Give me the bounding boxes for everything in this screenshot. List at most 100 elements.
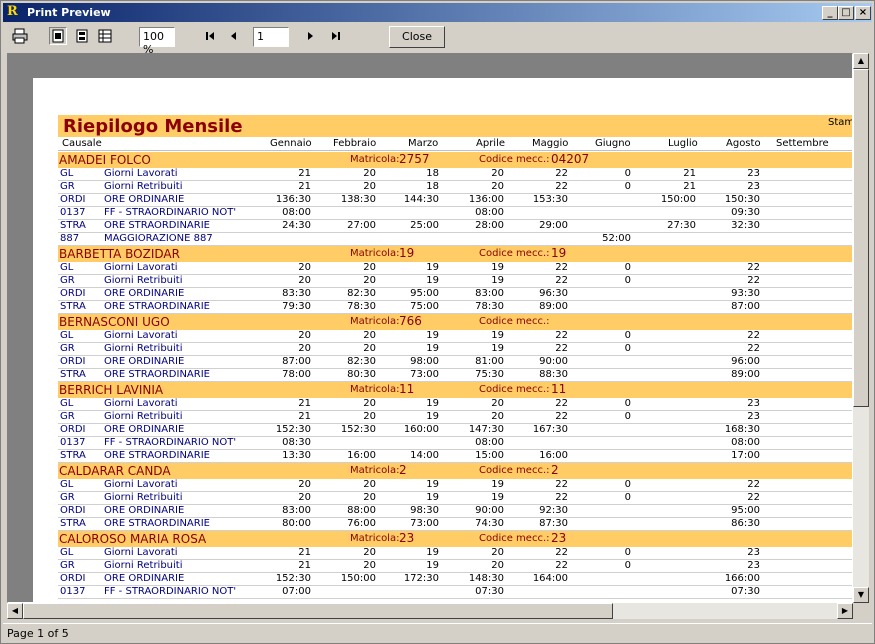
employee-header: BARBETTA BOZIDAR Matricola: 19 Codice mecc.… bbox=[58, 246, 852, 262]
status-bar: Page 1 of 5 bbox=[3, 623, 872, 642]
cell-value: 22 bbox=[747, 479, 760, 490]
cell-value: 90:00 bbox=[475, 505, 504, 516]
prev-page-icon[interactable] bbox=[225, 27, 243, 45]
horizontal-scrollbar[interactable]: ◀ ▶ bbox=[7, 603, 853, 619]
cell-value: 22 bbox=[555, 492, 568, 503]
cell-value: 19 bbox=[426, 479, 439, 490]
horizontal-scroll-thumb[interactable] bbox=[23, 603, 613, 619]
table-row: GL Giorni Lavorati 20 20 19 19 22 0 22 bbox=[58, 330, 852, 343]
first-page-icon[interactable] bbox=[201, 27, 219, 45]
cell-value: 21 bbox=[298, 398, 311, 409]
cell-value: 20 bbox=[363, 492, 376, 503]
cause-description: Giorni Lavorati bbox=[104, 547, 178, 558]
table-row: GL Giorni Lavorati 21 20 19 20 22 0 23 bbox=[58, 398, 852, 411]
scroll-down-icon[interactable]: ▼ bbox=[853, 587, 869, 603]
cell-value: 79:30 bbox=[282, 301, 311, 312]
cell-value: 78:30 bbox=[347, 301, 376, 312]
cell-value: 22 bbox=[747, 492, 760, 503]
cell-value: 89:00 bbox=[539, 301, 568, 312]
two-pages-icon[interactable] bbox=[73, 27, 91, 45]
vertical-scroll-thumb[interactable] bbox=[853, 69, 869, 407]
matricola-value: 19 bbox=[399, 246, 415, 260]
column-header: Luglio bbox=[668, 138, 698, 149]
cell-value: 16:00 bbox=[539, 450, 568, 461]
cell-value: 19 bbox=[426, 560, 439, 571]
cell-value: 14:00 bbox=[410, 450, 439, 461]
cause-code: STRA bbox=[60, 450, 86, 461]
cause-description: Giorni Retribuiti bbox=[104, 411, 183, 422]
vertical-scrollbar[interactable]: ▲ ▼ bbox=[853, 53, 869, 603]
maximize-button[interactable]: □ bbox=[838, 6, 854, 20]
cell-value: 21 bbox=[298, 547, 311, 558]
cell-value: 22 bbox=[555, 398, 568, 409]
report-title: Riepilogo Mensile bbox=[63, 116, 243, 137]
column-header: Giugno bbox=[595, 138, 631, 149]
matricola-value: 2757 bbox=[399, 152, 430, 166]
multi-page-icon[interactable] bbox=[96, 27, 114, 45]
cause-description: Giorni Retribuiti bbox=[104, 343, 183, 354]
close-button[interactable]: Close bbox=[389, 26, 445, 48]
cell-value: 96:00 bbox=[731, 356, 760, 367]
cell-value: 21 bbox=[298, 560, 311, 571]
cell-value: 0 bbox=[624, 168, 631, 179]
scroll-right-icon[interactable]: ▶ bbox=[837, 603, 853, 619]
cell-value: 22 bbox=[747, 275, 760, 286]
matricola-value: 2 bbox=[399, 463, 407, 477]
scroll-left-icon[interactable]: ◀ bbox=[7, 603, 23, 619]
codice-value: 19 bbox=[551, 246, 567, 260]
cell-value: 147:30 bbox=[468, 424, 504, 435]
print-icon[interactable] bbox=[11, 27, 29, 45]
cell-value: 08:00 bbox=[475, 207, 504, 218]
cell-value: 08:00 bbox=[282, 207, 311, 218]
cell-value: 81:00 bbox=[475, 356, 504, 367]
app-icon[interactable]: R bbox=[7, 5, 21, 19]
cell-value: 20 bbox=[363, 181, 376, 192]
minimize-button[interactable]: _ bbox=[822, 6, 838, 20]
cause-code: GR bbox=[60, 492, 75, 503]
column-header: Marzo bbox=[408, 138, 439, 149]
cell-value: 160:00 bbox=[403, 424, 439, 435]
cell-value: 22 bbox=[555, 560, 568, 571]
cause-code: 0137 bbox=[60, 207, 86, 218]
cause-description: ORE ORDINARIE bbox=[104, 356, 185, 367]
next-page-icon[interactable] bbox=[301, 27, 319, 45]
last-page-icon[interactable] bbox=[327, 27, 345, 45]
employee-header: BERRICH LAVINIA Matricola: 11 Codice mecc.:… bbox=[58, 382, 852, 398]
matricola-label: Matricola: bbox=[350, 316, 400, 327]
cell-value: 19 bbox=[426, 398, 439, 409]
table-row: ORDI ORE ORDINARIE 152:30 150:00 172:30 148:3… bbox=[58, 573, 852, 586]
employee-header: AMADEI FOLCO Matricola: 2757 Codice mecc.: 0… bbox=[58, 152, 852, 168]
cell-value: 73:00 bbox=[410, 369, 439, 380]
close-window-button[interactable]: × bbox=[855, 6, 871, 20]
preview-viewport[interactable]: Riepilogo Mensile Stam Causale Gennaio Feb… bbox=[7, 53, 853, 603]
cell-value: 21 bbox=[683, 168, 696, 179]
cell-value: 172:30 bbox=[403, 573, 439, 584]
cell-value: 152:30 bbox=[275, 424, 311, 435]
one-page-icon[interactable] bbox=[49, 27, 67, 45]
cell-value: 22 bbox=[555, 181, 568, 192]
column-header: Maggio bbox=[532, 138, 569, 149]
cause-description: ORE STRAORDINARIE bbox=[104, 369, 210, 380]
cell-value: 16:00 bbox=[347, 450, 376, 461]
report-title-band: Riepilogo Mensile Stam bbox=[58, 115, 852, 137]
cause-description: ORE ORDINARIE bbox=[104, 194, 185, 205]
cell-value: 22 bbox=[555, 547, 568, 558]
cell-value: 23 bbox=[747, 181, 760, 192]
page-input[interactable]: 1 bbox=[253, 27, 289, 47]
cell-value: 20 bbox=[298, 479, 311, 490]
zoom-input[interactable]: 100 % bbox=[139, 27, 175, 56]
cause-code: ORDI bbox=[60, 194, 86, 205]
scroll-up-icon[interactable]: ▲ bbox=[853, 53, 869, 69]
cause-code: GR bbox=[60, 560, 75, 571]
cell-value: 93:30 bbox=[731, 288, 760, 299]
cell-value: 20 bbox=[491, 168, 504, 179]
cause-code: GL bbox=[60, 479, 74, 490]
cause-code: STRA bbox=[60, 220, 86, 231]
title-bar[interactable]: R Print Preview _ □ × bbox=[3, 3, 872, 22]
toolbar: 100 % 1 Close bbox=[3, 23, 872, 56]
cause-code: GR bbox=[60, 275, 75, 286]
cell-value: 19 bbox=[426, 547, 439, 558]
cell-value: 07:30 bbox=[731, 586, 760, 597]
codice-label: Codice mecc.: bbox=[479, 248, 550, 259]
cause-description: Giorni Lavorati bbox=[104, 330, 178, 341]
